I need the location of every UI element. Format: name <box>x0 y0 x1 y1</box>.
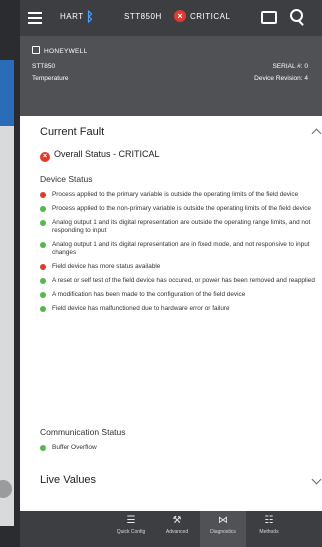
device-status-list: Process applied to the primary variable … <box>40 191 322 319</box>
nav-label: Advanced <box>165 529 189 535</box>
status-text: Process applied to the primary variable … <box>52 191 299 198</box>
status-item: A modification has been made to the conf… <box>40 291 322 299</box>
status-text: Field device has malfunctioned due to ha… <box>52 305 230 312</box>
device-info-bar: HONEYWELL STT850 Temperature SERIAL #: 0… <box>20 36 322 116</box>
background-panel-blue <box>0 60 14 126</box>
status-item: Analog output 1 and its digital represen… <box>40 219 322 235</box>
diagnostics-card: Current Fault × Overall Status - CRITICAL… <box>28 116 322 511</box>
communication-status-text: Buffer Overflow <box>52 444 97 451</box>
nav-diagnostics[interactable]: ⋈ Diagnostics <box>200 511 246 547</box>
device-status-text: CRITICAL <box>190 12 231 21</box>
model-label: STT850 <box>32 63 56 70</box>
device-tag: STT850H <box>124 12 162 21</box>
message-icon[interactable] <box>261 11 277 24</box>
manufacturer-row: HONEYWELL <box>32 46 88 55</box>
serial-label: SERIAL #: 0 <box>272 63 308 70</box>
device-status-title: Device Status <box>40 174 93 184</box>
status-item: Field device has malfunctioned due to ha… <box>40 305 322 313</box>
ok-status-icon <box>40 306 46 312</box>
status-item: Field device has more status available <box>40 263 322 271</box>
live-values-title[interactable]: Live Values <box>40 474 96 486</box>
device-revision-label: Device Revision: 4 <box>254 75 308 82</box>
status-item: Process applied to the primary variable … <box>40 191 322 199</box>
status-text: Analog output 1 and its digital represen… <box>52 241 310 256</box>
background-panel-gray <box>0 126 14 526</box>
status-item: A reset or self test of the field device… <box>40 277 322 285</box>
status-item: Process applied to the non-primary varia… <box>40 205 322 213</box>
menu-icon[interactable] <box>28 12 42 24</box>
status-text: Process applied to the non-primary varia… <box>52 205 311 212</box>
ok-status-icon <box>40 292 46 298</box>
app-screen: HART ᛒ STT850H × CRITICAL HONEYWELL STT8… <box>20 0 322 547</box>
nav-label: Quick Config <box>116 529 146 535</box>
protocol-label: HART <box>60 12 84 21</box>
ok-status-icon <box>40 445 46 451</box>
bluetooth-icon[interactable]: ᛒ <box>86 9 94 24</box>
ok-status-icon <box>40 278 46 284</box>
diagnostics-icon: ⋈ <box>218 515 228 526</box>
status-text: Analog output 1 and its digital represen… <box>52 219 311 234</box>
status-item: Analog output 1 and its digital represen… <box>40 241 322 257</box>
device-type-label: Temperature <box>32 75 69 82</box>
communication-status-item: Buffer Overflow <box>40 444 97 451</box>
nav-advanced[interactable]: ⚒ Advanced <box>154 515 200 535</box>
wrench-icon: ⚒ <box>172 515 182 526</box>
nav-quick-config[interactable]: ☰ Quick Config <box>108 515 154 535</box>
background-screen-edge <box>0 0 20 547</box>
current-fault-title[interactable]: Current Fault <box>40 126 104 138</box>
ok-status-icon <box>40 206 46 212</box>
overall-status-text: Overall Status - CRITICAL <box>54 149 160 159</box>
methods-icon: ☷ <box>264 515 274 526</box>
top-app-bar: HART ᛒ STT850H × CRITICAL <box>20 0 322 36</box>
status-text: A reset or self test of the field device… <box>52 277 315 284</box>
manufacturer-label: HONEYWELL <box>44 48 88 55</box>
nav-label: Methods <box>259 529 279 535</box>
communication-status-title: Communication Status <box>40 427 126 437</box>
bottom-navigation: ☰ Quick Config ⚒ Advanced ⋈ Diagnostics ☷ Me… <box>20 511 322 547</box>
search-icon[interactable] <box>290 9 303 22</box>
critical-status-icon <box>40 264 46 270</box>
overall-status: × Overall Status - CRITICAL <box>40 149 160 162</box>
chevron-up-icon[interactable] <box>311 128 322 139</box>
nav-methods[interactable]: ☷ Methods <box>246 515 292 535</box>
critical-icon: × <box>174 10 186 22</box>
ok-status-icon <box>40 220 46 226</box>
ok-status-icon <box>40 242 46 248</box>
status-text: A modification has been made to the conf… <box>52 291 246 298</box>
device-icon <box>32 46 40 54</box>
critical-status-icon <box>40 192 46 198</box>
nav-label: Diagnostics <box>210 529 236 535</box>
critical-icon: × <box>40 152 50 162</box>
status-text: Field device has more status available <box>52 263 161 270</box>
sliders-icon: ☰ <box>126 515 136 526</box>
